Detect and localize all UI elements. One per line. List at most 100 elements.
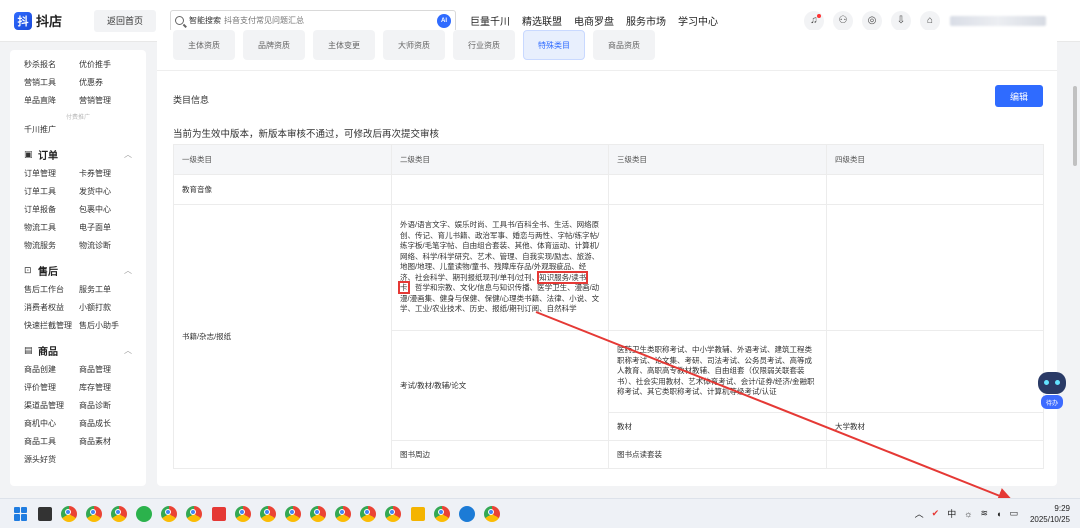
- sidebar-item[interactable]: 单品直降: [24, 92, 79, 110]
- search-box[interactable]: 智能搜索 AI: [170, 9, 456, 32]
- chrome-icon[interactable]: [86, 505, 102, 522]
- sidebar-item[interactable]: 卡券管理: [79, 165, 134, 183]
- page-scrollbar[interactable]: [1072, 46, 1078, 486]
- chrome-icon[interactable]: [111, 505, 127, 522]
- account-name[interactable]: [950, 15, 1046, 26]
- service-icon[interactable]: ◎: [862, 10, 882, 31]
- battery-icon[interactable]: ▭: [1009, 508, 1018, 519]
- sidebar-section-orders[interactable]: ▣ 订单 ︿: [24, 143, 132, 165]
- assistant-label: 待办: [1041, 395, 1063, 409]
- assistant-robot[interactable]: 待办: [1036, 372, 1068, 412]
- sidebar-item[interactable]: 消费者权益: [24, 299, 79, 317]
- windows-start-icon[interactable]: [14, 506, 28, 521]
- sidebar-item[interactable]: 商品创建: [24, 361, 79, 379]
- sidebar-item[interactable]: 订单工具: [24, 183, 79, 201]
- tab-subject-change[interactable]: 主体变更: [313, 30, 375, 60]
- search-icon: [175, 16, 184, 25]
- scroll-thumb[interactable]: [1073, 86, 1077, 166]
- store-icon[interactable]: ⌂: [920, 10, 940, 31]
- tab-subject[interactable]: 主体资质: [173, 30, 235, 60]
- sidebar-item[interactable]: 商品诊断: [79, 397, 134, 415]
- sidebar-item[interactable]: 营销管理: [79, 92, 134, 110]
- sidebar-item[interactable]: 源头好货: [24, 451, 79, 469]
- tab-master[interactable]: 大师资质: [383, 30, 445, 60]
- chrome-icon[interactable]: [61, 505, 77, 522]
- sidebar-item[interactable]: 包裹中心: [79, 201, 134, 219]
- chrome-icon[interactable]: [484, 505, 500, 522]
- tray-app-icon[interactable]: ☼: [964, 509, 972, 519]
- sidebar-item[interactable]: 订单管理: [24, 165, 79, 183]
- sidebar-item[interactable]: 售后工作台: [24, 281, 79, 299]
- sidebar-item[interactable]: 物流工具: [24, 219, 79, 237]
- chrome-icon[interactable]: [434, 505, 450, 522]
- level1-cell: 书籍/杂志/报纸: [173, 204, 392, 469]
- sidebar-item[interactable]: 商品成长: [79, 415, 134, 433]
- wps-icon[interactable]: [212, 506, 226, 521]
- ime-indicator[interactable]: 中: [947, 507, 956, 520]
- chrome-icon[interactable]: [285, 505, 301, 522]
- sidebar-item[interactable]: 电子面单: [79, 219, 134, 237]
- volume-icon[interactable]: ◖: [996, 509, 1001, 519]
- clock[interactable]: 9:29 2025/10/25: [1030, 503, 1070, 525]
- sidebar-item[interactable]: 商品管理: [79, 361, 134, 379]
- sidebar-item[interactable]: 小额打款: [79, 299, 134, 317]
- download-icon[interactable]: ⇩: [891, 10, 911, 31]
- sidebar-section-products[interactable]: ▤ 商品 ︿: [24, 339, 132, 361]
- chrome-icon[interactable]: [335, 505, 351, 522]
- bell-icon[interactable]: ♫: [804, 10, 824, 31]
- nav-learning-center[interactable]: 学习中心: [678, 13, 718, 28]
- user-switch-icon[interactable]: ⚇: [833, 10, 853, 31]
- folder-icon[interactable]: [411, 506, 425, 521]
- chrome-icon[interactable]: [161, 505, 177, 522]
- section-title: 类目信息: [173, 95, 210, 105]
- sidebar-item[interactable]: 物流诊断: [79, 237, 134, 255]
- sidebar-item[interactable]: 发货中心: [79, 183, 134, 201]
- sidebar-item[interactable]: 商品工具: [24, 433, 79, 451]
- sidebar-item[interactable]: 秒杀报名: [24, 56, 79, 74]
- product-icon: ▤: [24, 344, 33, 355]
- sidebar-item[interactable]: 商品素材: [79, 433, 134, 451]
- tab-product[interactable]: 商品资质: [593, 30, 655, 60]
- sidebar-item[interactable]: 渠道品管理: [24, 397, 79, 415]
- sidebar-item[interactable]: 评价管理: [24, 379, 79, 397]
- sidebar-item[interactable]: 订单报备: [24, 201, 79, 219]
- chevron-up-icon: ︿: [124, 345, 132, 355]
- sidebar-item[interactable]: 优惠券: [79, 74, 134, 92]
- vpn-icon[interactable]: ✔: [932, 508, 940, 519]
- tab-industry[interactable]: 行业资质: [453, 30, 515, 60]
- nav-alliance[interactable]: 精选联盟: [522, 13, 562, 28]
- ai-search-icon[interactable]: AI: [437, 13, 451, 28]
- sidebar: 秒杀报名 优价推手 营销工具 优惠券 单品直降 营销管理 付费推广 千川推广 ▣…: [10, 50, 146, 486]
- sidebar-item[interactable]: 库存管理: [79, 379, 134, 397]
- search-input[interactable]: [224, 16, 424, 25]
- nav-service-market[interactable]: 服务市场: [626, 13, 666, 28]
- nav-qianchuan[interactable]: 巨量千川: [470, 13, 510, 28]
- sidebar-item[interactable]: 营销工具: [24, 74, 79, 92]
- task-view-icon[interactable]: [38, 506, 52, 521]
- sidebar-item[interactable]: 优价推手: [79, 56, 134, 74]
- tab-special-category[interactable]: 特殊类目: [523, 30, 585, 60]
- chrome-icon[interactable]: [310, 505, 326, 522]
- app-icon[interactable]: [459, 505, 475, 522]
- back-home-button[interactable]: 返回首页: [94, 9, 156, 32]
- tab-brand[interactable]: 品牌资质: [243, 30, 305, 60]
- sidebar-section-aftersale[interactable]: ⊡ 售后 ︿: [24, 259, 132, 281]
- sidebar-item[interactable]: 商机中心: [24, 415, 79, 433]
- chrome-icon[interactable]: [235, 505, 251, 522]
- app-logo[interactable]: 抖 抖店: [14, 11, 80, 30]
- chrome-icon[interactable]: [385, 505, 401, 522]
- sidebar-item[interactable]: 快速拦截管理: [24, 317, 79, 335]
- sidebar-item[interactable]: 服务工单: [79, 281, 134, 299]
- edit-button[interactable]: 编辑: [995, 85, 1043, 107]
- chrome-icon[interactable]: [260, 505, 276, 522]
- sidebar-item[interactable]: 售后小助手: [79, 317, 134, 335]
- wifi-icon[interactable]: ≋: [980, 508, 988, 519]
- nav-compass[interactable]: 电商罗盘: [574, 13, 614, 28]
- sidebar-item-qianchuan[interactable]: 千川推广: [24, 121, 132, 139]
- chevron-up-icon[interactable]: ︿: [915, 507, 924, 520]
- wechat-icon[interactable]: [136, 505, 152, 522]
- chrome-icon[interactable]: [360, 505, 376, 522]
- top-icons: ♫ ⚇ ◎ ⇩ ⌂: [795, 10, 1074, 31]
- chrome-icon[interactable]: [186, 505, 202, 522]
- sidebar-item[interactable]: 物流服务: [24, 237, 79, 255]
